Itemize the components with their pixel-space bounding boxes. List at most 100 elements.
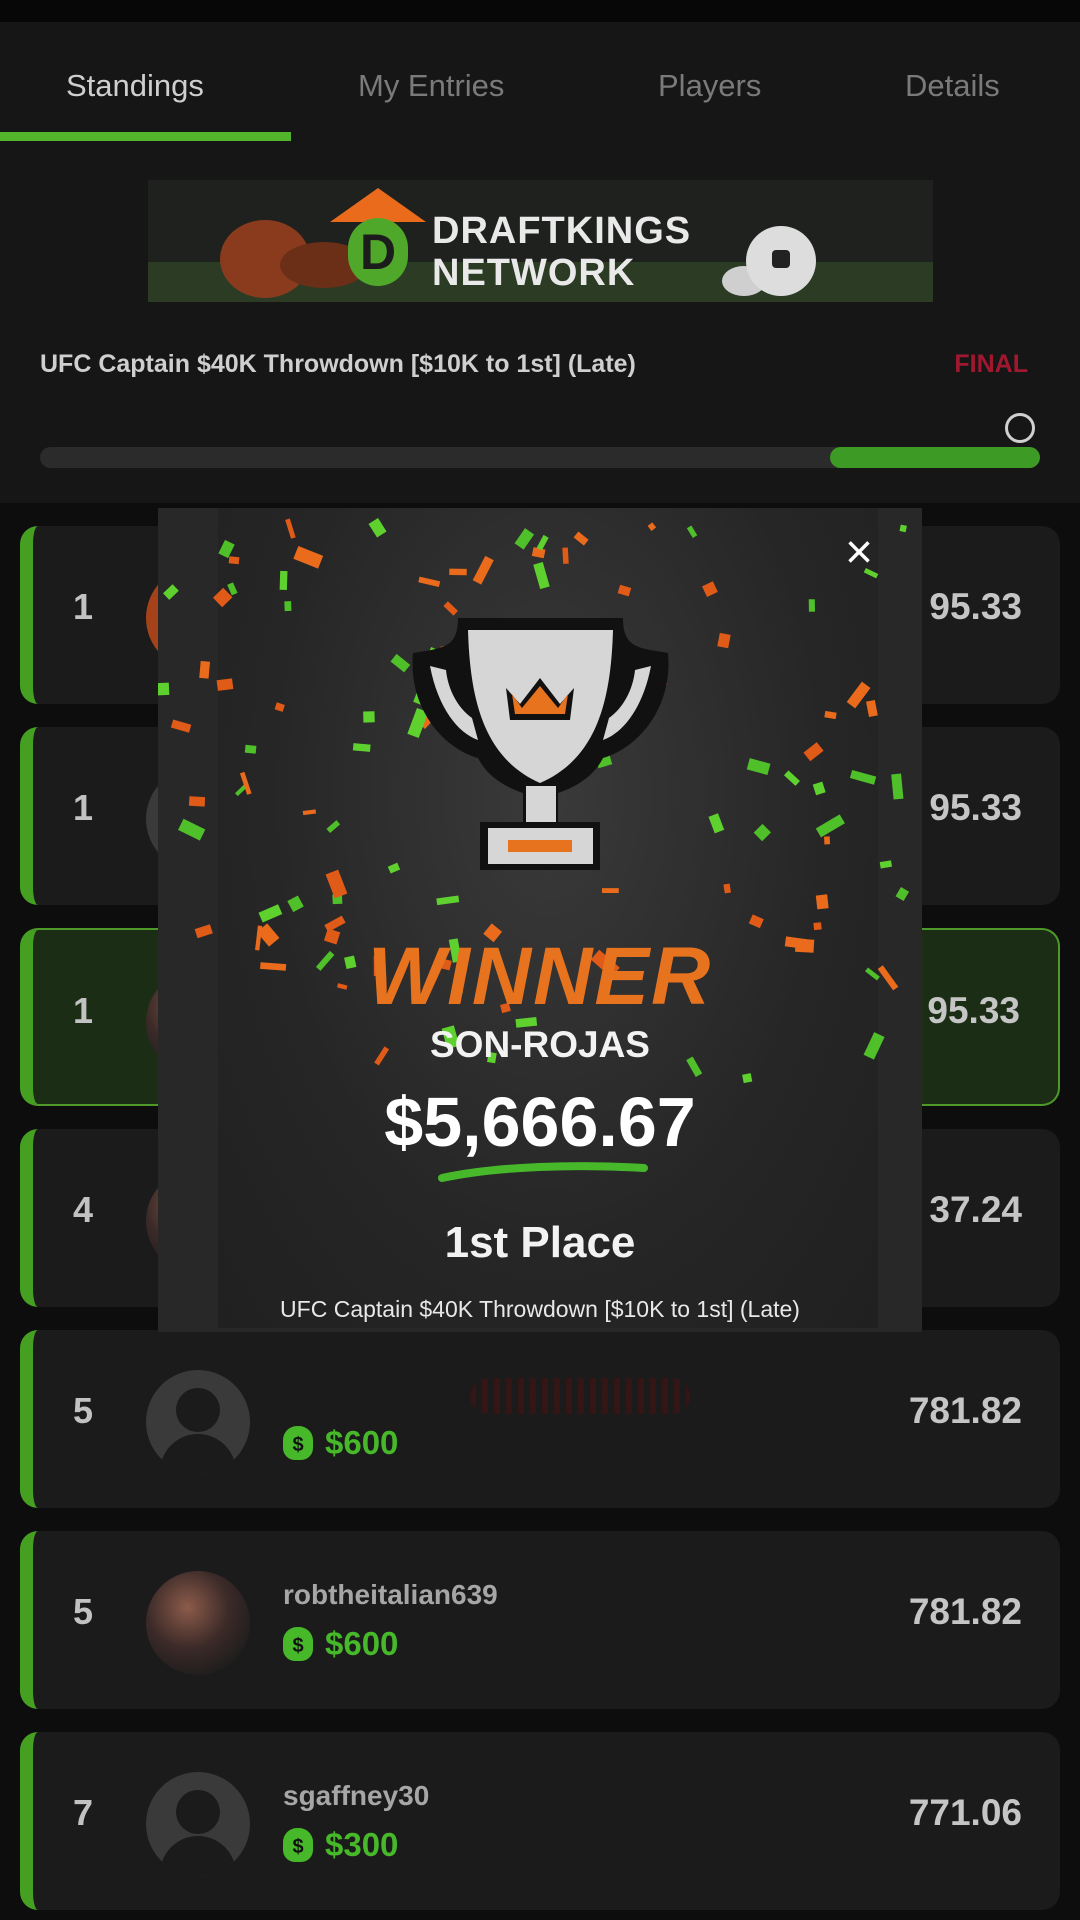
confetti-piece [899, 524, 907, 533]
confetti-piece [824, 836, 831, 845]
confetti-piece [218, 539, 235, 559]
confetti-piece [891, 773, 904, 800]
prize-amount: $600 [325, 1625, 399, 1662]
confetti-piece [285, 518, 296, 539]
confetti-piece [216, 678, 234, 691]
contest-progress-bar [40, 447, 1040, 468]
rank-label: 1 [73, 586, 94, 627]
fantasy-score: 37.24 [929, 1189, 1022, 1230]
confetti-piece [601, 888, 619, 894]
fantasy-score: 95.33 [929, 787, 1022, 828]
confetti-piece [363, 711, 375, 723]
avatar-head [176, 1790, 220, 1834]
close-icon[interactable]: × [834, 528, 884, 578]
confetti-piece [702, 581, 718, 597]
fantasy-score: 771.06 [908, 1792, 1022, 1833]
contest-progress-fill [830, 447, 1040, 468]
confetti-piece [617, 584, 632, 597]
username[interactable]: robtheitalian639 [283, 1579, 498, 1611]
soccer-ball-icon [746, 226, 816, 296]
avatar-shoulders [160, 1434, 236, 1474]
rank-label: 1 [73, 787, 94, 828]
confetti-piece [188, 796, 206, 807]
status-bar [0, 0, 1080, 22]
fantasy-score: 781.82 [908, 1591, 1022, 1632]
confetti-piece [436, 895, 460, 906]
confetti-piece [849, 769, 877, 785]
confetti-piece [562, 547, 569, 564]
draftkings-network-banner[interactable]: D DRAFTKINGS NETWORK [148, 180, 933, 302]
rank-label: 5 [73, 1390, 94, 1431]
confetti-piece [325, 869, 348, 899]
standings-row[interactable]: 5 robtheitalian639 $ $600 781.82 [20, 1531, 1060, 1709]
confetti-piece [753, 823, 772, 842]
confetti-piece [228, 556, 240, 565]
standings-row[interactable]: 7 sgaffney30 $ $300 771.06 [20, 1732, 1060, 1910]
confetti-piece [472, 555, 494, 585]
crown-icon [330, 188, 426, 222]
confetti-piece [326, 820, 341, 834]
money-bag-icon: $ [283, 1627, 313, 1661]
confetti-piece [748, 914, 764, 929]
confetti-piece [536, 534, 549, 551]
rank-label: 7 [73, 1792, 94, 1833]
modal-contest-name: UFC Captain $40K Throwdown [$10K to 1st]… [280, 1296, 800, 1322]
confetti-piece [514, 528, 535, 550]
confetti-piece [287, 895, 304, 913]
confetti-piece [418, 576, 441, 587]
confetti-piece [803, 742, 824, 762]
confetti-piece [244, 744, 257, 754]
contest-title: UFC Captain $40K Throwdown [$10K to 1st]… [40, 350, 636, 378]
draftkings-logo: D [348, 218, 408, 286]
confetti-piece [746, 758, 771, 775]
fantasy-score: 95.33 [929, 586, 1022, 627]
avatar[interactable] [146, 1370, 250, 1474]
fantasy-score: 781.82 [908, 1390, 1022, 1431]
standings-row[interactable]: 5 $ $600 781.82 [20, 1330, 1060, 1508]
confetti-piece [302, 809, 317, 816]
money-bag-icon: $ [283, 1828, 313, 1862]
username[interactable]: sgaffney30 [283, 1780, 429, 1812]
confetti-piece [533, 561, 550, 590]
confetti-piece [293, 546, 324, 569]
confetti-piece [284, 601, 292, 612]
confetti-piece [866, 699, 878, 718]
rank-label: 5 [73, 1591, 94, 1632]
confetti-piece [723, 883, 731, 894]
confetti-piece [815, 894, 829, 910]
tab-details[interactable]: Details [905, 68, 1000, 104]
tab-my-entries[interactable]: My Entries [358, 68, 504, 104]
contest-status: FINAL [954, 350, 1028, 378]
confetti-piece [808, 599, 815, 612]
confetti-piece [212, 587, 233, 608]
progress-knob-icon [1005, 413, 1035, 443]
tab-standings[interactable]: Standings [66, 68, 204, 104]
prize-amount: $600 [325, 1424, 399, 1461]
prize-amount: $300 [325, 1826, 399, 1863]
winner-username: SON-ROJAS [430, 1024, 650, 1065]
confetti-piece [708, 813, 725, 834]
rank-label: 1 [73, 990, 94, 1031]
confetti-piece [573, 531, 589, 546]
active-tab-indicator [0, 132, 291, 141]
tab-bar: Standings My Entries Players Details [0, 22, 1080, 140]
avatar[interactable] [146, 1571, 250, 1675]
confetti-piece [895, 886, 910, 901]
winner-amount: $5,666.67 [384, 1083, 696, 1161]
tab-players[interactable]: Players [658, 68, 761, 104]
confetti-piece [647, 522, 657, 531]
avatar-head [176, 1388, 220, 1432]
confetti-piece [815, 814, 845, 838]
banner-title-line2: NETWORK [432, 252, 636, 294]
confetti-piece [813, 922, 822, 931]
underline-swoosh-icon [438, 1162, 648, 1182]
confetti-piece [812, 781, 826, 796]
confetti-piece [879, 860, 893, 869]
confetti-piece [686, 525, 698, 538]
confetti-piece [824, 710, 837, 720]
rank-label: 4 [73, 1189, 94, 1230]
winner-modal: × WINNER SON-ROJAS $5,666.67 1st Place U… [158, 508, 922, 1332]
avatar[interactable] [146, 1772, 250, 1876]
confetti-piece [199, 660, 211, 679]
confetti-piece [352, 743, 371, 752]
